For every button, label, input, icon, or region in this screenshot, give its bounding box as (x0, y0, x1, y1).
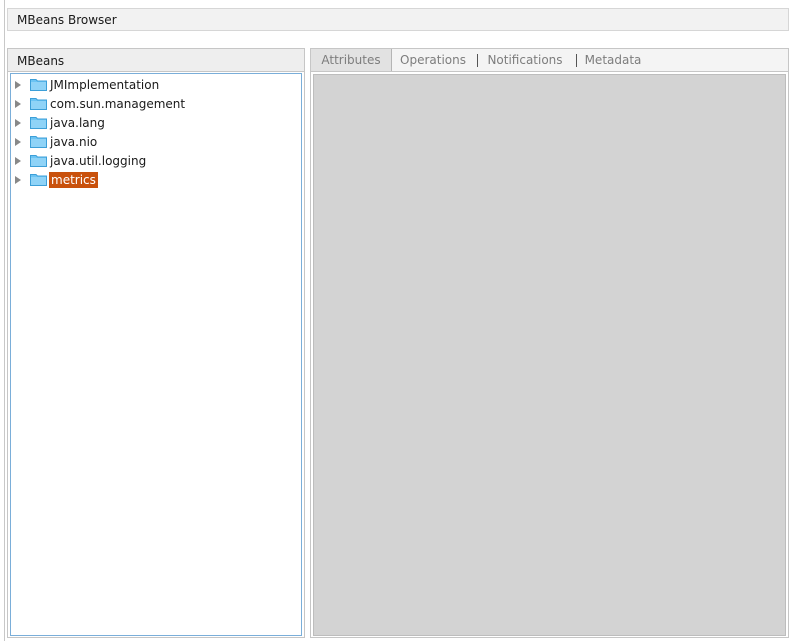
tree-item-label: java.util.logging (50, 154, 147, 168)
mbeans-panel-title: MBeans (17, 54, 65, 68)
detail-content-area (313, 74, 786, 636)
folder-icon (30, 155, 47, 167)
expand-arrow-icon[interactable] (15, 138, 21, 146)
tree-item-label: java.lang (50, 116, 105, 130)
tree-item-label-selected: metrics (49, 172, 98, 188)
tree-item-label: com.sun.management (50, 97, 186, 111)
expand-arrow-icon[interactable] (15, 176, 21, 184)
tab-metadata[interactable]: Metadata (579, 49, 647, 71)
tab-attributes[interactable]: Attributes (311, 49, 392, 71)
tree-item-metrics[interactable]: metrics (11, 170, 301, 189)
tree-item-java-lang[interactable]: java.lang (11, 113, 301, 132)
tab-separator (477, 54, 478, 67)
mbeans-tree[interactable]: JMImplementation com.sun.management java… (10, 73, 302, 636)
window-left-edge (4, 0, 5, 641)
folder-icon (30, 79, 47, 91)
detail-tabs: Attributes Operations Notifications Meta… (311, 49, 788, 72)
expand-arrow-icon[interactable] (15, 157, 21, 165)
folder-icon (30, 117, 47, 129)
expand-arrow-icon[interactable] (15, 100, 21, 108)
expand-arrow-icon[interactable] (15, 81, 21, 89)
mbeans-panel: MBeans JMImplementation com.sun.manageme… (7, 48, 305, 638)
mbeans-panel-header: MBeans (8, 49, 304, 72)
tree-item-java-util-logging[interactable]: java.util.logging (11, 151, 301, 170)
folder-icon (30, 136, 47, 148)
tab-operations[interactable]: Operations (393, 49, 473, 71)
folder-icon (30, 98, 47, 110)
tab-separator (576, 54, 577, 67)
tree-item-jmimplementation[interactable]: JMImplementation (11, 75, 301, 94)
expand-arrow-icon[interactable] (15, 119, 21, 127)
browser-header-bar: MBeans Browser (7, 8, 789, 31)
mbeans-browser-window: MBeans Browser MBeans JMImplementation c… (0, 0, 793, 641)
tree-item-label: JMImplementation (50, 78, 160, 92)
browser-title: MBeans Browser (17, 13, 117, 27)
tree-item-label: java.nio (50, 135, 98, 149)
folder-icon (30, 174, 47, 186)
tree-item-java-nio[interactable]: java.nio (11, 132, 301, 151)
tree-item-com-sun-management[interactable]: com.sun.management (11, 94, 301, 113)
tab-notifications[interactable]: Notifications (479, 49, 571, 71)
top-window-strip (0, 0, 793, 4)
mbean-detail-panel: Attributes Operations Notifications Meta… (310, 48, 789, 638)
